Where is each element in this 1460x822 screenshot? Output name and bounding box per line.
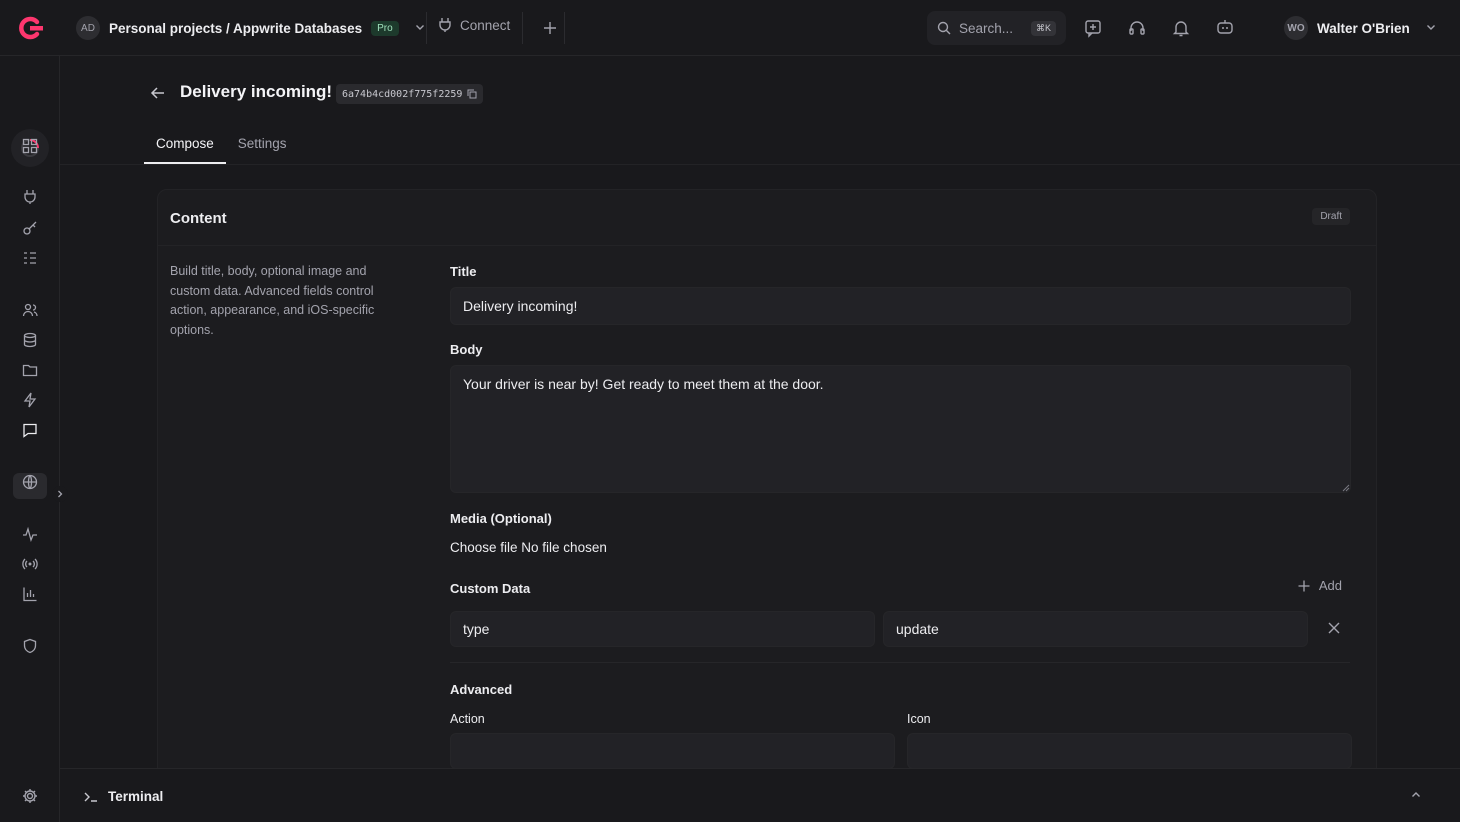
chevron-down-icon xyxy=(414,21,426,36)
divider xyxy=(426,12,427,44)
broadcast-icon[interactable] xyxy=(20,554,40,574)
terminal-icon xyxy=(84,792,97,802)
avatar: WO xyxy=(1284,16,1308,40)
icon-label: Icon xyxy=(907,712,931,726)
shield-icon[interactable] xyxy=(20,636,40,656)
custom-data-key-field[interactable]: type xyxy=(450,611,875,647)
message-id: 6a74b4cd002f775f2259 xyxy=(342,88,463,100)
headset-icon[interactable] xyxy=(1127,18,1147,38)
connect-label: Connect xyxy=(460,17,511,33)
tab-bar: Compose Settings xyxy=(144,130,299,164)
feedback-icon[interactable] xyxy=(1083,18,1103,38)
user-menu[interactable]: WO Walter O'Brien xyxy=(1284,16,1437,40)
terminal-bar[interactable]: Terminal xyxy=(60,768,1460,822)
search-icon xyxy=(937,21,951,35)
body-field[interactable]: Your driver is near by! Get ready to mee… xyxy=(450,365,1351,493)
plus-icon xyxy=(544,22,556,34)
database-icon[interactable] xyxy=(20,330,40,350)
user-name: Walter O'Brien xyxy=(1317,20,1410,36)
plug-icon xyxy=(439,18,451,32)
terminal-label: Terminal xyxy=(108,789,164,804)
media-label: Media (Optional) xyxy=(450,511,552,526)
search-button[interactable]: Search... ⌘K xyxy=(927,11,1066,45)
globe-icon[interactable] xyxy=(20,472,40,492)
copy-icon xyxy=(467,89,477,99)
users-icon[interactable] xyxy=(20,300,40,320)
expand-sidebar-button[interactable] xyxy=(52,486,68,502)
messaging-icon[interactable] xyxy=(20,420,40,440)
status-badge: Draft xyxy=(1312,208,1350,225)
custom-data-label: Custom Data xyxy=(450,581,531,596)
plug-icon[interactable] xyxy=(20,187,40,207)
search-shortcut: ⌘K xyxy=(1030,20,1056,36)
project-avatar: AD xyxy=(76,16,100,40)
appwrite-logo-icon[interactable] xyxy=(16,14,44,42)
tab-compose[interactable]: Compose xyxy=(144,130,226,164)
gear-icon[interactable] xyxy=(20,786,40,806)
card-header: Content Draft xyxy=(158,190,1376,246)
custom-data-value-field[interactable]: update xyxy=(883,611,1308,647)
add-custom-data-button[interactable]: Add xyxy=(1298,578,1342,593)
message-id-chip[interactable]: 6a74b4cd002f775f2259 xyxy=(336,84,484,104)
search-placeholder: Search... xyxy=(959,20,1014,36)
overview-icon[interactable] xyxy=(20,136,40,156)
terminal-toggle[interactable]: Terminal xyxy=(84,789,163,804)
action-field[interactable] xyxy=(450,733,895,769)
activity-icon[interactable] xyxy=(20,524,40,544)
body-text: Your driver is near by! Get ready to mee… xyxy=(463,376,824,392)
divider xyxy=(450,662,1350,663)
key-icon[interactable] xyxy=(20,218,40,238)
chevron-up-icon[interactable] xyxy=(1410,789,1422,804)
title-field[interactable]: Delivery incoming! xyxy=(450,287,1351,325)
usage-chart-icon[interactable] xyxy=(20,584,40,604)
connect-button[interactable]: Connect xyxy=(438,17,510,33)
project-path: Personal projects / Appwrite Databases xyxy=(109,20,363,36)
tasks-icon[interactable] xyxy=(20,248,40,268)
tab-settings[interactable]: Settings xyxy=(226,130,299,164)
folder-icon[interactable] xyxy=(20,360,40,380)
top-bar: AD Personal projects / Appwrite Database… xyxy=(0,0,1460,56)
title-label: Title xyxy=(450,264,477,279)
resize-handle-icon[interactable] xyxy=(1340,482,1350,492)
remove-custom-data-button[interactable] xyxy=(1324,618,1344,638)
plan-badge: Pro xyxy=(371,20,399,36)
add-label: Add xyxy=(1318,578,1342,593)
sidebar xyxy=(0,56,68,822)
divider xyxy=(522,12,523,44)
page-title: Delivery incoming! xyxy=(180,82,333,101)
chevron-down-icon xyxy=(1425,21,1437,36)
back-arrow-icon[interactable] xyxy=(149,84,167,102)
content-card: Content Draft Build title, body, optiona… xyxy=(157,189,1377,789)
bell-icon[interactable] xyxy=(1171,18,1191,38)
plus-icon xyxy=(1298,580,1310,591)
advanced-label: Advanced xyxy=(450,682,513,697)
action-label: Action xyxy=(450,712,485,726)
body-label: Body xyxy=(450,342,483,357)
divider xyxy=(564,12,565,44)
chevron-right-icon xyxy=(58,490,63,498)
divider xyxy=(60,164,1460,165)
project-switcher[interactable]: AD Personal projects / Appwrite Database… xyxy=(76,15,426,41)
close-icon xyxy=(1328,622,1340,634)
card-description: Build title, body, optional image and cu… xyxy=(170,264,375,337)
add-button[interactable] xyxy=(538,16,562,40)
media-file-input[interactable]: Choose file No file chosen xyxy=(450,540,607,555)
icon-field[interactable] xyxy=(907,733,1352,769)
bolt-icon[interactable] xyxy=(20,390,40,410)
assistant-icon[interactable] xyxy=(1215,18,1235,38)
card-title: Content xyxy=(170,210,227,227)
